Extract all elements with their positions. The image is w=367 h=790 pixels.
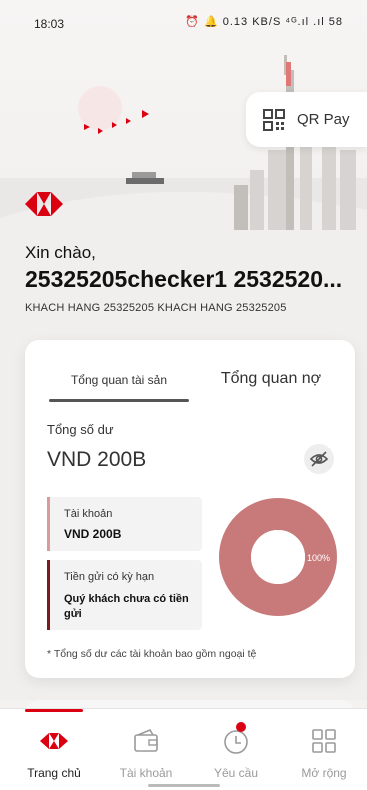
asset-donut-chart: 100% [219,498,337,616]
donut-hole [251,530,305,584]
currency-note: * Tổng số dư các tài khoản bao gồm ngoại… [47,648,257,660]
deposits-color-bar [47,560,50,630]
nav-home[interactable]: Trang chủ [8,709,100,790]
hexagon-logo-icon [40,733,68,749]
deposits-value: Quý khách chưa có tiền gửi [64,593,189,620]
status-icons: ⏰ 🔔 0.13 KB/S ⁴ᴳ.ıl .ıl 58 [185,16,343,28]
eye-off-icon [309,451,329,467]
bank-logo-icon [25,192,63,216]
bottom-navigation: Trang chủ Tài khoản Yêu cầu Mở rộng [0,708,367,790]
overview-card: Tổng quan tài sản Tổng quan nợ Tổng số d… [25,340,355,678]
tab-debt-overview[interactable]: Tổng quan nợ [211,370,331,388]
qr-code-icon [263,108,285,131]
nav-requests[interactable]: Yêu cầu [190,709,282,790]
user-subtitle: KHACH HANG 25325205 KHACH HANG 25325205 [25,302,287,314]
status-bar: 18:03 ⏰ 🔔 0.13 KB/S ⁴ᴳ.ıl .ıl 58 [0,0,367,46]
active-tab-indicator [49,399,189,402]
nav-more[interactable]: Mở rộng [278,709,367,790]
nav-requests-label: Yêu cầu [213,766,259,780]
greeting-text: Xin chào, [25,243,96,262]
nav-home-label: Trang chủ [27,766,81,780]
clock-icon [224,730,248,754]
deposits-label: Tiền gửi có kỳ hạn [64,571,155,583]
nav-more-label: Mở rộng [301,766,347,780]
wallet-icon [134,728,158,752]
accounts-label: Tài khoản [64,508,113,520]
accounts-summary[interactable]: Tài khoản VND 200B [47,497,202,551]
nav-accounts[interactable]: Tài khoản [100,709,192,790]
grid-icon [312,729,336,753]
tab-asset-overview[interactable]: Tổng quan tài sản [49,373,189,387]
qr-pay-button[interactable]: QR Pay [246,92,367,147]
total-balance-value: VND 200B [47,448,147,471]
donut-percent-label: 100% [307,553,330,563]
qr-pay-label: QR Pay [297,111,350,128]
accounts-color-bar [47,497,50,551]
user-name: 25325205checker1 2532520... [25,266,343,292]
nav-accounts-label: Tài khoản [119,766,173,780]
status-time: 18:03 [34,17,65,31]
term-deposits-summary[interactable]: Tiền gửi có kỳ hạn Quý khách chưa có tiề… [47,560,202,630]
total-balance-label: Tổng số dư [47,422,114,437]
hide-balance-button[interactable] [304,444,334,474]
notification-badge [236,722,246,732]
gesture-bar [148,784,220,787]
accounts-value: VND 200B [64,527,122,541]
